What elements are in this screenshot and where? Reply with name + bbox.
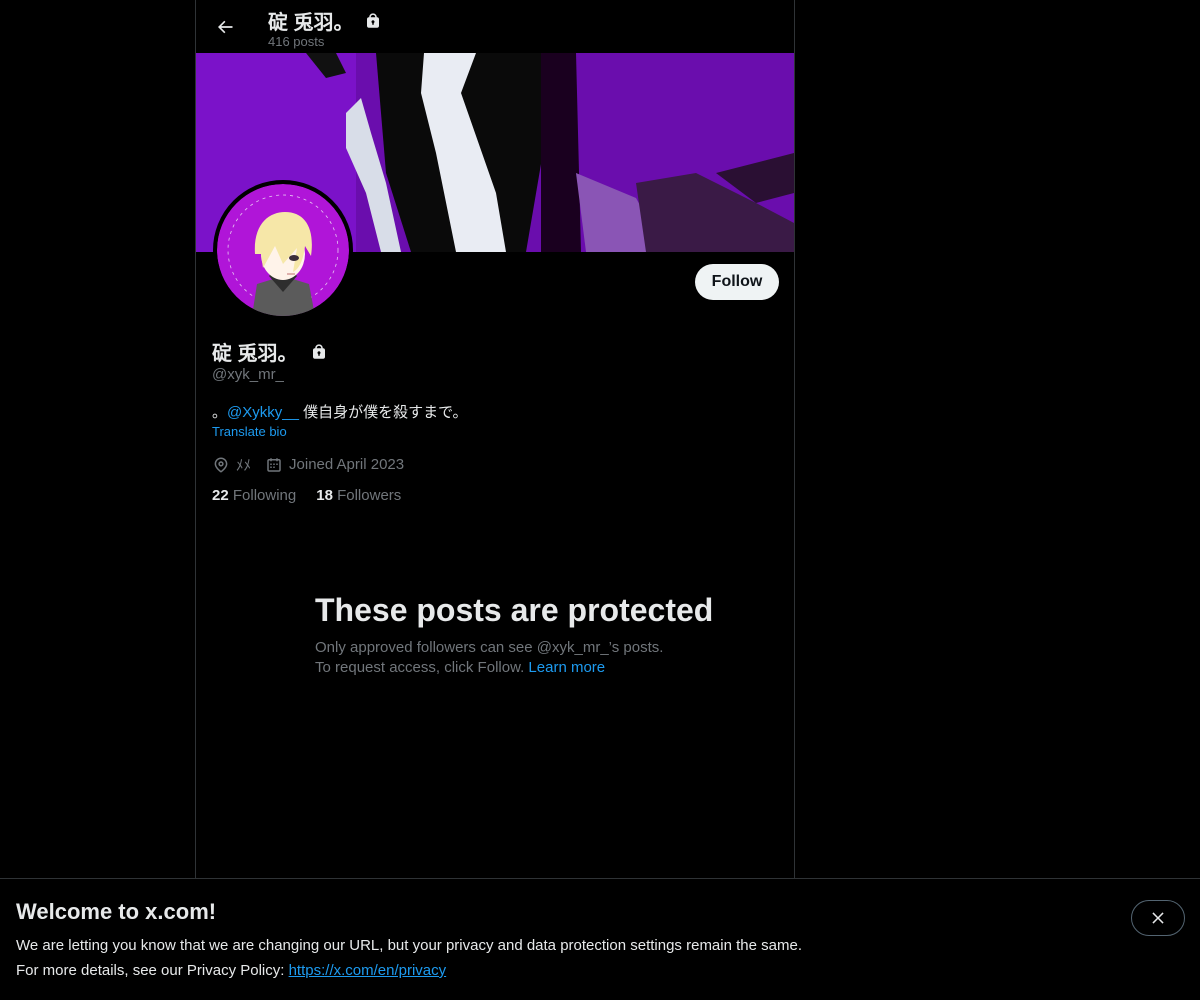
follow-stats: 22 Following 18 Followers xyxy=(212,487,401,504)
top-bar: 碇 兎羽。 416 posts xyxy=(196,0,794,53)
profile-name: 碇 兎羽。 xyxy=(212,337,328,366)
followers-count: 18 xyxy=(316,487,333,504)
followers-link[interactable]: 18 Followers xyxy=(316,487,401,504)
location-item: ﾒﾒ xyxy=(212,454,251,475)
protected-title: These posts are protected xyxy=(315,592,714,628)
followers-label: Followers xyxy=(337,487,402,504)
header-title-text: 碇 兎羽。 xyxy=(268,12,354,34)
privacy-policy-link[interactable]: https://x.com/en/privacy xyxy=(289,962,447,979)
location-pin-icon xyxy=(214,457,228,473)
protected-description: Only approved followers can see @xyk_mr_… xyxy=(315,638,715,678)
joined-text: Joined April 2023 xyxy=(289,456,405,473)
location-text: ﾒﾒ xyxy=(236,457,252,474)
welcome-banner: Welcome to x.com! We are letting you kno… xyxy=(0,878,1200,1000)
following-count: 22 xyxy=(212,487,229,504)
following-link[interactable]: 22 Following xyxy=(212,487,296,504)
protected-line-1: Only approved followers can see @xyk_mr_… xyxy=(315,639,664,656)
profile-column: 碇 兎羽。 416 posts Follow 碇 兎羽。 @xyk_mr_ 。@… xyxy=(195,0,795,880)
avatar[interactable] xyxy=(213,180,353,320)
calendar-icon xyxy=(267,457,281,472)
welcome-title: Welcome to x.com! xyxy=(16,899,217,924)
profile-meta: ﾒﾒ Joined April 2023 xyxy=(212,454,418,475)
protected-line-2: To request access, click Follow. xyxy=(315,659,525,676)
user-handle: @xyk_mr_ xyxy=(212,366,284,383)
following-label: Following xyxy=(232,487,297,504)
lock-icon xyxy=(366,12,379,28)
learn-more-link[interactable]: Learn more xyxy=(528,659,605,676)
welcome-text-2: For more details, see our Privacy Policy… xyxy=(16,962,446,979)
joined-item: Joined April 2023 xyxy=(265,456,404,474)
bio-text: 僕自身が僕を殺すまで。 xyxy=(298,404,468,421)
welcome-text-1: We are letting you know that we are chan… xyxy=(16,937,802,954)
close-icon xyxy=(1152,912,1164,924)
arrow-left-icon xyxy=(218,20,233,34)
bio: 。@Xykky__ 僕自身が僕を殺すまで。 xyxy=(212,401,468,422)
bio-prefix: 。 xyxy=(212,404,228,421)
lock-icon xyxy=(312,343,325,359)
header-title: 碇 兎羽。 xyxy=(268,6,382,35)
translate-bio-link[interactable]: Translate bio xyxy=(212,424,287,439)
bio-mention-link[interactable]: @Xykky__ xyxy=(227,404,299,421)
welcome-text-2-prefix: For more details, see our Privacy Policy… xyxy=(16,962,289,979)
protected-notice: These posts are protected Only approved … xyxy=(315,592,715,678)
display-name: 碇 兎羽。 xyxy=(212,343,298,365)
avatar-image xyxy=(217,184,349,316)
follow-button[interactable]: Follow xyxy=(695,264,779,300)
back-button[interactable] xyxy=(208,10,242,44)
close-banner-button[interactable] xyxy=(1131,900,1185,936)
posts-count: 416 posts xyxy=(268,34,325,49)
